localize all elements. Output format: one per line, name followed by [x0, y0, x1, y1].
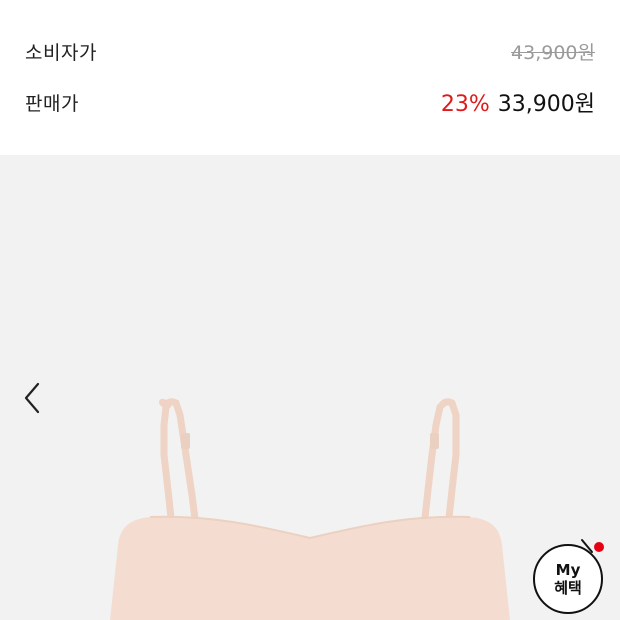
- my-benefit-line2: 혜택: [554, 578, 582, 597]
- consumer-price-row: 소비자가 43,900원: [25, 36, 595, 66]
- sale-price: 33,900원: [497, 92, 595, 117]
- sale-price-label: 판매가: [25, 92, 79, 115]
- my-benefit-line1: My: [555, 560, 581, 579]
- sale-price-row: 판매가 23% 33,900원: [25, 87, 595, 117]
- bandeau-body: [110, 516, 510, 620]
- my-benefit-button[interactable]: My 혜택: [533, 544, 603, 614]
- price-panel: 소비자가 43,900원 판매가 23% 33,900원: [0, 0, 620, 155]
- notification-dot-icon: [594, 542, 604, 552]
- discount-rate: 23%: [440, 92, 490, 117]
- product-image-viewer[interactable]: [0, 155, 620, 620]
- right-adjuster: [430, 433, 439, 449]
- right-strap-back: [420, 403, 444, 531]
- consumer-price-label: 소비자가: [25, 41, 97, 64]
- left-strap-back: [160, 403, 176, 531]
- sale-price-group: 23% 33,900원: [441, 86, 595, 118]
- left-adjuster: [181, 433, 190, 449]
- original-price: 43,900원: [511, 41, 595, 64]
- right-strap: [438, 398, 460, 531]
- product-image: [110, 398, 510, 620]
- chevron-left-icon[interactable]: [18, 380, 46, 416]
